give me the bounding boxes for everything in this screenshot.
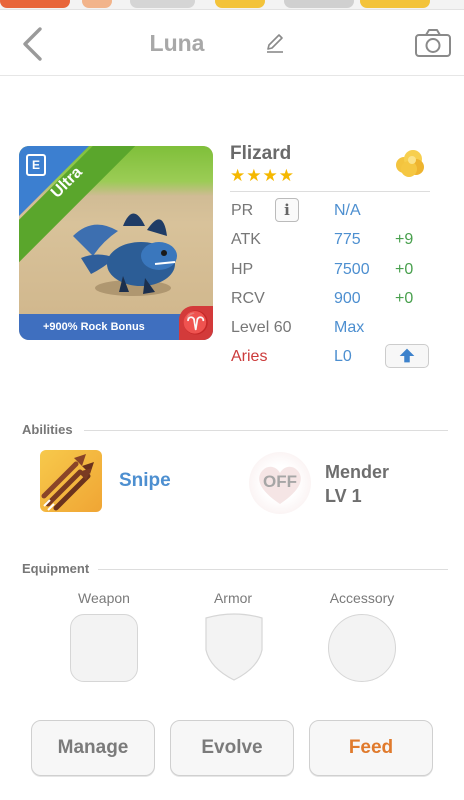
stat-bonus: +0 [395,290,414,307]
weapon-label: Weapon [78,590,130,606]
evolve-button[interactable]: Evolve [170,720,294,776]
leader-skill-level: LV 1 [325,486,362,506]
zodiac-upgrade-button[interactable] [385,344,429,368]
abilities-header: Abilities [22,422,73,437]
accessory-slot[interactable] [328,614,396,682]
abilities-divider [84,430,448,431]
arrow-up-icon [399,348,415,363]
monster-image [73,213,177,296]
zodiac-label: Aries [231,348,268,365]
coin-meter [360,0,430,8]
snipe-ability-icon[interactable] [40,450,102,512]
stat-row-level: Level 60 Max [231,319,431,343]
stat-row-rcv: RCV 900 +0 [231,290,431,314]
stat-label: HP [231,261,254,278]
monster-card[interactable]: Ultra E +900% Rock Bonus ♈ [19,146,213,340]
stat-row-zodiac: Aries L0 [231,344,431,372]
camera-button[interactable] [414,28,452,58]
ability-name[interactable]: Snipe [119,470,171,492]
stat-label: ATK [231,231,261,248]
pencil-icon [267,34,283,53]
armor-label: Armor [213,590,253,606]
stat-value: 775 [334,231,361,248]
armor-slot[interactable] [200,612,268,682]
navigation-bar: Luna [0,10,464,76]
stat-value: Max [334,319,365,336]
stats-divider [230,191,430,192]
feed-button[interactable]: Feed [309,720,433,776]
camera-icon [415,29,451,57]
xp-meter [130,0,195,8]
manage-button[interactable]: Manage [31,720,155,776]
energy-meter [0,0,70,8]
stat-value: L0 [334,348,352,365]
stone-meter [284,0,354,8]
leader-skill-badge[interactable]: OFF [249,452,311,514]
star-rating: ★★★★ [230,166,295,185]
stat-bonus: +0 [395,261,414,278]
stat-label: RCV [231,290,265,307]
accessory-label: Accessory [329,590,395,606]
energy-count [82,0,112,8]
stat-row-hp: HP 7500 +0 [231,261,431,285]
status-strip [0,0,464,10]
stat-label: PR [231,202,254,219]
stat-value: N/A [334,202,361,219]
monster-species: Flizard [230,143,292,164]
stat-bonus: +9 [395,231,414,248]
stat-label: Level 60 [231,319,292,336]
leader-skill-status: OFF [263,472,297,491]
aries-sign-icon: ♈ [179,306,213,340]
arrows-icon [41,454,94,511]
stat-value: 7500 [334,261,370,278]
equipment-header: Equipment [22,561,90,576]
weapon-slot[interactable] [70,614,138,682]
element-badge-icon: E [26,154,46,176]
stat-row-atk: ATK 775 +9 [231,231,431,255]
page-title: Luna [149,30,205,56]
leader-skill-name: Mender [325,462,390,482]
equipment-divider [98,569,448,570]
info-icon[interactable]: i [275,198,299,222]
stat-value: 900 [334,290,361,307]
edit-name-button[interactable] [264,32,286,54]
gold-cloud-icon[interactable] [392,146,426,180]
lightning-meter [215,0,265,8]
stat-row-pr: PR i N/A [231,198,431,226]
